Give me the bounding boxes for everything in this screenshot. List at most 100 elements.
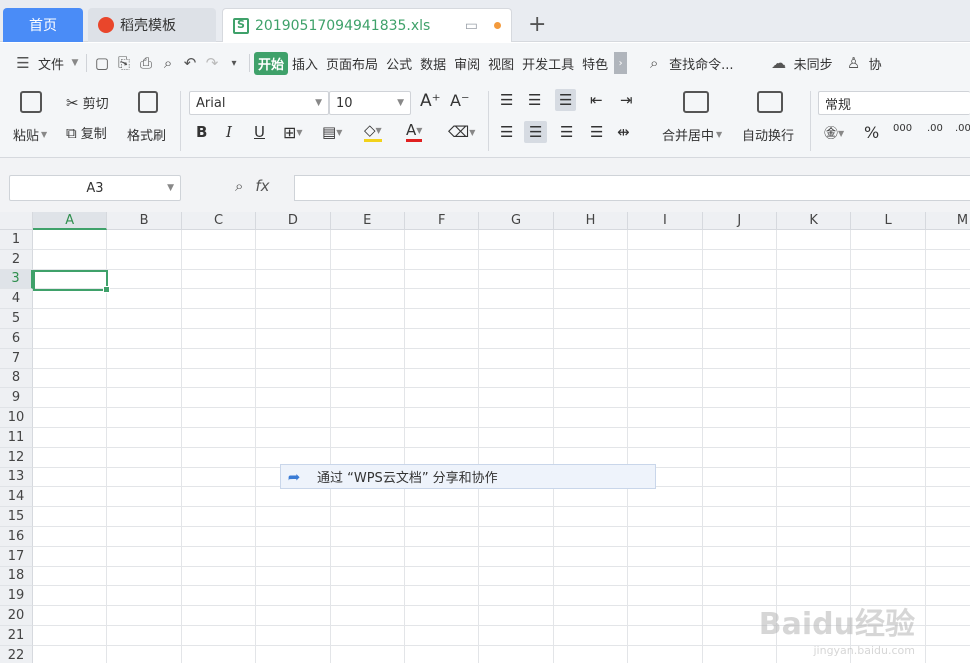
column-header[interactable]: J [702,212,777,230]
row-header[interactable]: 13 [0,467,33,488]
row-header[interactable]: 5 [0,309,33,329]
increase-font-button[interactable]: A⁺ [420,91,441,111]
column-header[interactable]: H [553,212,629,230]
underline-button[interactable]: U [254,123,265,141]
font-size-select[interactable]: 10 ▼ [329,91,411,115]
row-header[interactable]: 10 [0,408,33,428]
tab-template[interactable]: 稻壳模板 [88,8,216,42]
eraser-icon[interactable]: ⌫ ▼ [448,123,475,141]
menu-page-layout[interactable]: 页面布局 [322,54,382,73]
menu-insert[interactable]: 插入 [288,54,322,73]
paste-button[interactable]: 粘贴 ▼ [13,125,47,144]
collaborate-icon[interactable]: ♙ [843,54,865,72]
format-painter-button[interactable]: 格式刷 [127,125,166,144]
row-header[interactable]: 19 [0,586,33,607]
row-header[interactable]: 12 [0,447,33,468]
save-icon[interactable]: ▢ [91,54,113,72]
align-left-icon[interactable]: ☰ [500,123,513,141]
decrease-decimal-button[interactable]: .00 [955,123,970,134]
row-header[interactable]: 3 [0,269,33,290]
row-header[interactable]: 14 [0,487,33,508]
active-cell[interactable] [33,269,110,293]
percent-button[interactable]: % [864,123,879,142]
align-top-icon[interactable]: ☰ [500,91,513,109]
menu-developer[interactable]: 开发工具 [518,54,578,73]
export-icon[interactable]: ⎘ [113,54,135,72]
menu-special[interactable]: 特色 [578,54,612,73]
zoom-formula-icon[interactable]: ⌕ [235,177,243,195]
bold-button[interactable]: B [196,123,207,141]
indent-increase-icon[interactable]: ⇥ [620,91,633,109]
align-center-icon[interactable]: ☰ [524,121,548,143]
column-header[interactable]: B [107,212,182,230]
search-icon[interactable]: ⌕ [643,54,665,72]
select-all-corner[interactable] [0,212,33,230]
format-painter-icon[interactable] [138,91,158,113]
wrap-text-icon[interactable] [757,91,783,113]
column-header[interactable]: D [256,212,331,230]
row-header[interactable]: 7 [0,348,33,369]
row-header[interactable]: 16 [0,527,33,547]
row-header[interactable]: 17 [0,546,33,567]
row-header[interactable]: 11 [0,428,33,448]
tab-file[interactable]: 20190517094941835.xls ▭ [222,8,512,42]
merge-center-button[interactable]: 合并居中 ▼ [662,125,722,144]
increase-decimal-button[interactable]: .00 [927,123,943,134]
copy-button[interactable]: ⧉ 复制 [66,123,107,143]
menu-view[interactable]: 视图 [484,54,518,73]
command-search[interactable]: 查找命令... [665,54,737,73]
borders-icon[interactable]: ⊞ ▼ [283,123,303,142]
row-header[interactable]: 9 [0,388,33,409]
decrease-font-button[interactable]: A⁻ [450,91,469,110]
thousands-separator-button[interactable]: 000 [893,123,912,134]
currency-icon[interactable]: ㊎ ▼ [824,123,844,143]
new-tab-button[interactable]: + [528,12,546,37]
sync-status[interactable]: 未同步 [790,54,837,73]
italic-button[interactable]: I [226,123,232,141]
align-right-icon[interactable]: ☰ [560,123,573,141]
row-header[interactable]: 1 [0,230,33,250]
justify-icon[interactable]: ☰ [590,123,603,141]
cloud-sync-icon[interactable]: ☁ [768,54,790,72]
align-middle-icon[interactable]: ☰ [528,91,541,109]
row-header[interactable]: 21 [0,626,33,646]
customize-icon[interactable]: ▾ [223,58,245,69]
wrap-text-button[interactable]: 自动换行 [742,125,794,144]
column-header[interactable]: K [777,212,852,230]
chevron-down-icon[interactable]: ▼ [68,58,82,68]
cut-button[interactable]: ✂ 剪切 [66,93,109,113]
column-header[interactable]: M [925,212,970,230]
row-header[interactable]: 22 [0,645,33,663]
row-header[interactable]: 18 [0,566,33,587]
column-header[interactable]: I [628,212,703,230]
font-color-icon[interactable]: A ▼ [406,121,423,142]
paste-icon[interactable] [20,91,42,113]
row-header[interactable]: 4 [0,289,33,310]
menu-start[interactable]: 开始 [254,51,289,75]
column-header[interactable]: F [405,212,480,230]
distribute-icon[interactable]: ⇹ [617,123,630,141]
merge-center-icon[interactable] [683,91,709,113]
more-menu-button[interactable]: › [614,52,628,74]
row-header[interactable]: 2 [0,249,33,270]
column-header[interactable]: A [33,212,108,230]
align-bottom-icon[interactable]: ☰ [555,89,577,111]
redo-icon[interactable]: ↷ [201,54,223,72]
hamburger-icon[interactable]: ☰ [12,54,34,72]
number-format-select[interactable]: 常规 [818,91,970,115]
row-header[interactable]: 6 [0,329,33,349]
collaborate-button[interactable]: 协 [865,54,886,73]
print-icon[interactable]: ⎙ [135,54,157,72]
row-header[interactable]: 15 [0,507,33,527]
fx-icon[interactable]: fx [255,177,269,195]
menu-review[interactable]: 审阅 [450,54,484,73]
name-box[interactable]: A3 ▼ [9,175,181,201]
column-header[interactable]: G [479,212,554,230]
undo-icon[interactable]: ↶ [179,54,201,72]
column-header[interactable]: L [851,212,926,230]
print-preview-icon[interactable]: ⌕ [157,54,179,72]
formula-input[interactable] [294,175,970,201]
menu-formula[interactable]: 公式 [382,54,416,73]
share-banner[interactable]: ➦ 通过 “WPS云文档” 分享和协作 [280,464,656,489]
spreadsheet-grid[interactable]: A B C D E F G H I J K L M 1 2 3 4 5 6 7 8 9 10 11 12 13 14 15 16 17 18… [0,212,970,663]
